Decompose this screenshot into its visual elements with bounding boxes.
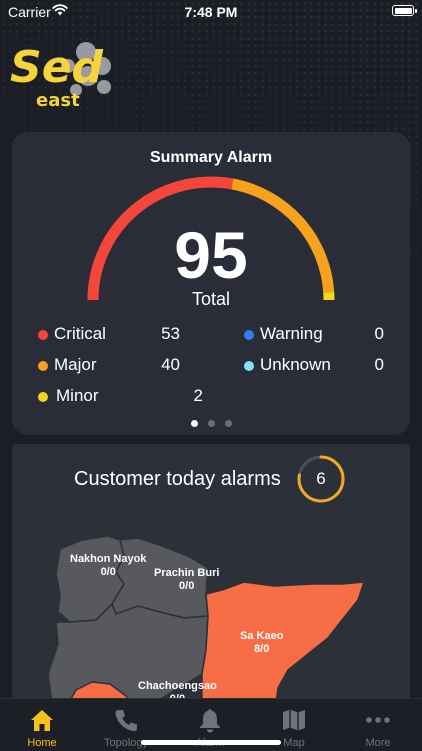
logo-sub: east [36, 90, 80, 111]
legend-major: Major 40 [38, 355, 188, 377]
region-label-nakhon-nayok[interactable]: Nakhon Nayok 0/0 [70, 553, 146, 579]
battery-icon [392, 5, 414, 16]
unknown-dot [244, 361, 254, 371]
legend-minor: Minor 2 [38, 386, 188, 408]
page-dot[interactable] [208, 420, 215, 427]
legend-count: 0 [354, 355, 384, 375]
page-dot[interactable] [191, 420, 198, 427]
legend-count: 0 [354, 324, 384, 344]
region-label-prachin-buri[interactable]: Prachin Buri 0/0 [154, 567, 219, 593]
region-name: Sa Kaeo [240, 630, 283, 643]
logo-brand: Sed [10, 42, 104, 93]
region-name: Prachin Buri [154, 567, 219, 580]
app-logo: Sed east [8, 32, 118, 112]
legend-warning: Warning 0 [244, 324, 394, 346]
major-dot [38, 361, 48, 371]
total-label: Total [12, 289, 410, 310]
legend-count: 53 [150, 324, 180, 344]
legend-critical: Critical 53 [38, 324, 188, 346]
legend-label: Unknown [260, 355, 331, 375]
tab-label: More [336, 737, 420, 749]
tab-label: Home [0, 737, 84, 749]
page-dot[interactable] [225, 420, 232, 427]
region-value: 0/0 [70, 566, 146, 579]
region-value: 8/0 [240, 643, 283, 656]
legend-label: Major [54, 355, 97, 375]
region-name: Chachoengsao [138, 680, 217, 693]
alarm-count: 6 [296, 454, 346, 504]
customer-alarms-card[interactable]: Customer today alarms 6 Nakhon Nayok 0/0… [12, 444, 410, 704]
tab-home[interactable]: Home [0, 699, 84, 751]
warning-dot [244, 330, 254, 340]
total-alarm-count: 95 [12, 222, 410, 288]
summary-title: Summary Alarm [12, 149, 410, 167]
status-time: 7:48 PM [0, 4, 422, 20]
status-bar: Carrier 7:48 PM [0, 0, 422, 24]
legend-count: 40 [150, 355, 180, 375]
tab-more[interactable]: More [336, 699, 420, 751]
customer-alarms-title: Customer today alarms [74, 468, 281, 491]
summary-alarm-card[interactable]: Summary Alarm 95 Total Critical 53 Major… [12, 132, 410, 435]
region-label-sa-kaeo[interactable]: Sa Kaeo 8/0 [240, 630, 283, 656]
region-value: 0/0 [154, 580, 219, 593]
page-indicator[interactable] [12, 414, 410, 432]
legend-label: Warning [260, 324, 323, 344]
more-icon [364, 706, 392, 734]
phone-icon [112, 706, 140, 734]
minor-dot [38, 392, 48, 402]
bell-icon [196, 706, 224, 734]
home-icon [28, 706, 56, 734]
legend-unknown: Unknown 0 [244, 355, 394, 377]
region-name: Nakhon Nayok [70, 553, 146, 566]
home-indicator [141, 740, 281, 745]
map-icon [280, 706, 308, 734]
legend-count: 2 [173, 386, 203, 406]
critical-dot [38, 330, 48, 340]
legend-label: Minor [56, 386, 99, 406]
legend-label: Critical [54, 324, 106, 344]
